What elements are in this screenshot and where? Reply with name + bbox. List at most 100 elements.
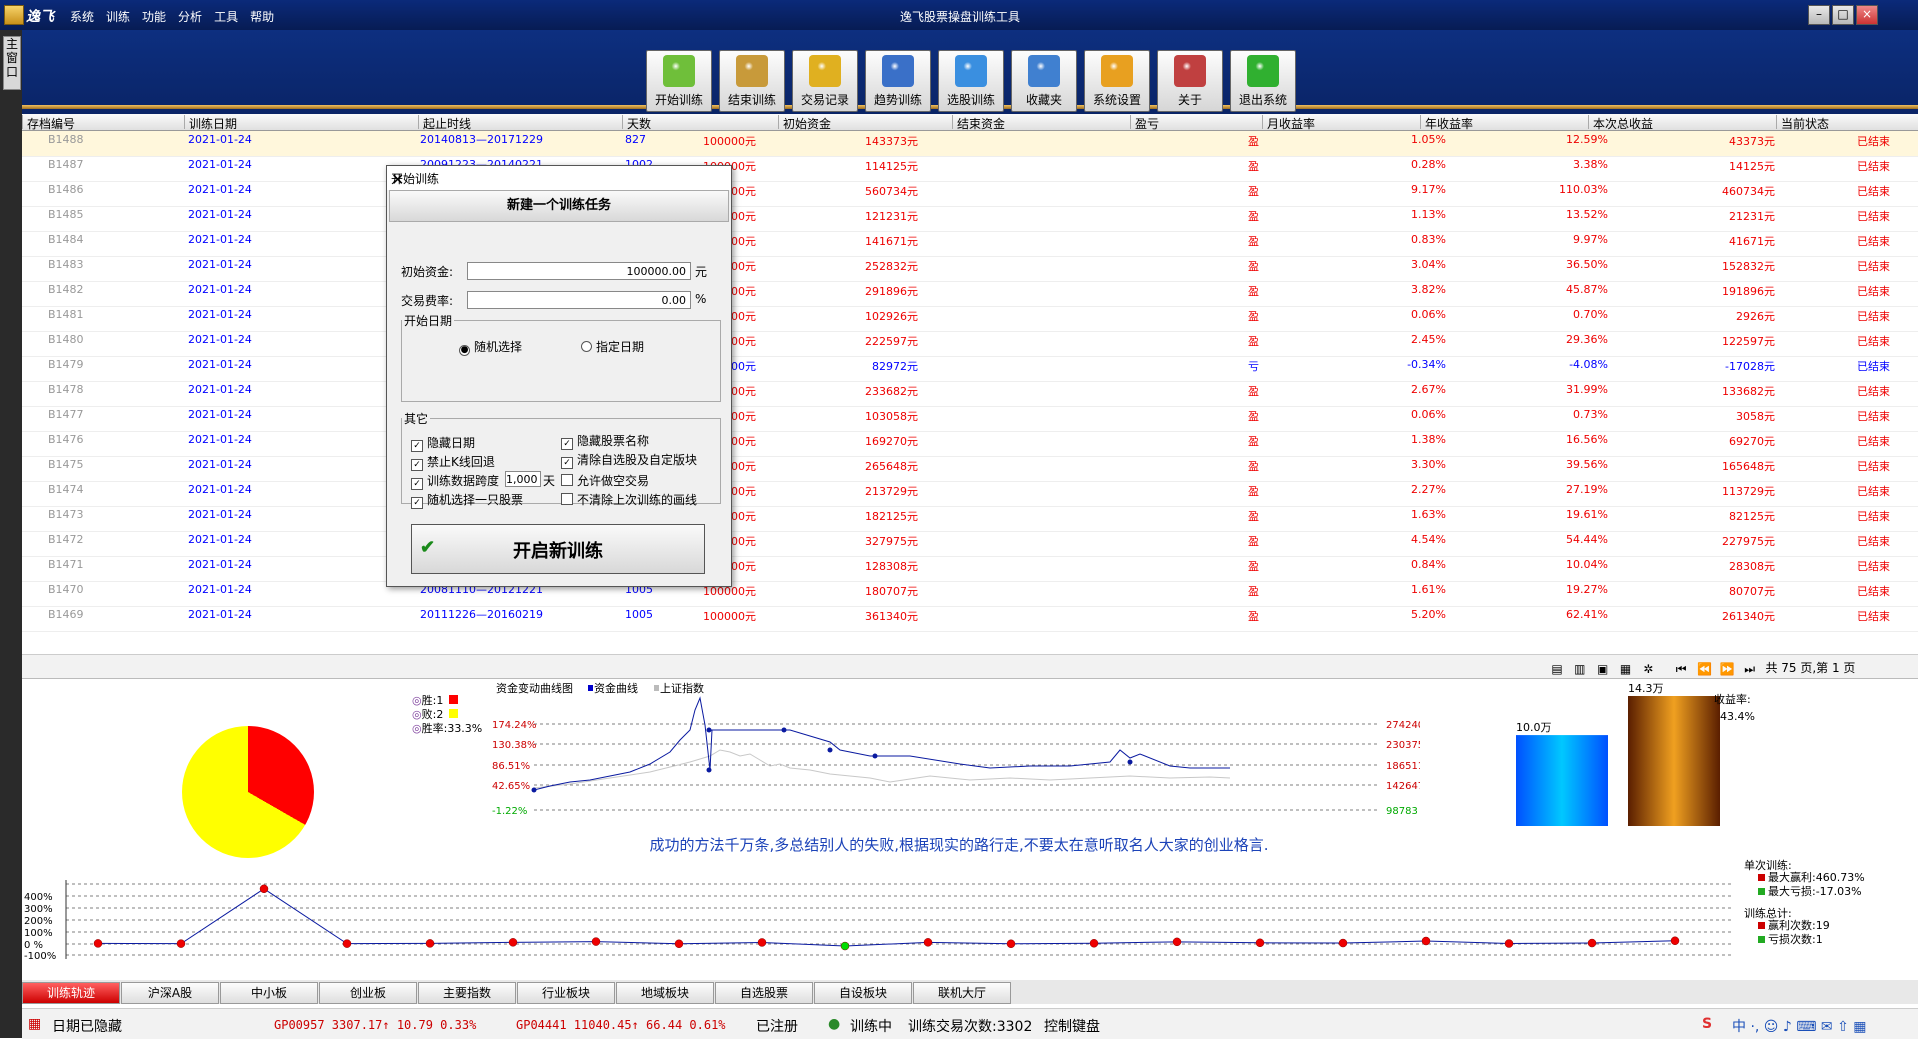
print-preview-icon[interactable]: ▤ <box>1550 662 1564 676</box>
tab-4[interactable]: 主要指数 <box>418 982 516 1004</box>
export-icon[interactable]: ▣ <box>1596 662 1610 676</box>
tab-9[interactable]: 联机大厅 <box>913 982 1011 1004</box>
table-row[interactable]: B14792021-01-24100000元82972元亏-0.34%-4.08… <box>22 356 1918 382</box>
track-point[interactable] <box>1089 939 1099 948</box>
table-row[interactable]: B14722021-01-24100000元327975元盈4.54%54.44… <box>22 531 1918 557</box>
table-row[interactable]: B14732021-01-24100000元182125元盈1.63%19.61… <box>22 506 1918 532</box>
menu-system[interactable]: 系统 <box>70 8 94 25</box>
track-point[interactable] <box>259 884 269 894</box>
menu-tools[interactable]: 工具 <box>214 8 238 25</box>
maximize-button[interactable]: □ <box>1832 5 1854 25</box>
keyboard-control[interactable]: 控制键盘 <box>1044 1016 1100 1036</box>
track-point[interactable] <box>1006 939 1016 949</box>
menu-help[interactable]: 帮助 <box>250 8 274 25</box>
ime-toolbar-icons[interactable]: 中 ·, ☺ ♪ ⌨ ✉ ⇧ ▦ <box>1732 1016 1866 1036</box>
hide-stock-name-checkbox[interactable]: ✓ 隐藏股票名称 <box>561 432 649 450</box>
close-button[interactable]: × <box>1856 5 1878 25</box>
track-point[interactable] <box>757 938 767 947</box>
tab-3[interactable]: 创业板 <box>319 982 417 1004</box>
column-header[interactable]: 当前状态 <box>1776 115 1829 131</box>
column-header[interactable]: 结束资金 <box>952 115 1005 131</box>
table-row[interactable]: B14872021-01-2420091223—2014022110021000… <box>22 156 1918 182</box>
first-page-icon[interactable]: ⏮ <box>1674 662 1688 676</box>
table-row[interactable]: B14782021-01-24100000元233682元盈2.67%31.99… <box>22 381 1918 407</box>
data-span-input[interactable]: 1,000 <box>505 471 541 487</box>
table-row[interactable]: B1470 2021-01-24 20081110—20121221 1005 1000… <box>22 581 1918 607</box>
track-point[interactable] <box>674 939 684 949</box>
track-point[interactable] <box>1255 938 1265 948</box>
toolbar-button-2[interactable]: 交易记录 <box>792 50 858 112</box>
print-icon[interactable]: ▥ <box>1573 662 1587 676</box>
track-point[interactable] <box>93 939 103 948</box>
track-point[interactable] <box>1587 938 1597 948</box>
prev-page-icon[interactable]: ⏪ <box>1697 662 1712 676</box>
dialog-close-icon[interactable]: ✕ <box>391 170 723 189</box>
ime-logo-icon[interactable]: S <box>1702 1016 1712 1032</box>
track-point[interactable] <box>1670 936 1680 946</box>
random-stock-checkbox[interactable]: ✓ 随机选择一只股票 <box>411 491 523 509</box>
track-point[interactable] <box>591 937 601 946</box>
table-row[interactable]: B14752021-01-24100000元265648元盈3.30%39.56… <box>22 456 1918 482</box>
last-page-icon[interactable]: ⏭ <box>1743 662 1757 676</box>
track-point[interactable] <box>1421 936 1431 946</box>
table-row[interactable]: B14812021-01-24100000元102926元盈0.06%0.70%… <box>22 306 1918 332</box>
table-row[interactable]: B1488 2021-01-24 20140813—20171229 827 10000… <box>22 131 1918 157</box>
column-header[interactable]: 起止时线 <box>418 115 471 131</box>
tab-5[interactable]: 行业板块 <box>517 982 615 1004</box>
capital-input[interactable]: 100000.00 <box>467 262 691 280</box>
data-span-checkbox[interactable]: ✓ 训练数据跨度 <box>411 472 499 490</box>
toolbar-button-7[interactable]: 关于 <box>1157 50 1223 112</box>
column-header[interactable]: 训练日期 <box>184 115 237 131</box>
tab-6[interactable]: 地域板块 <box>616 982 714 1004</box>
fixed-date-radio[interactable]: 指定日期 <box>581 338 644 355</box>
tab-1[interactable]: 沪深A股 <box>121 982 219 1004</box>
table-row[interactable]: B14832021-01-24100000元252832元盈3.04%36.50… <box>22 256 1918 282</box>
no-kline-back-checkbox[interactable]: ✓ 禁止K线回退 <box>411 453 495 471</box>
toolbar-button-0[interactable]: 开始训练 <box>646 50 712 112</box>
fee-input[interactable]: 0.00 <box>467 291 691 309</box>
menu-train[interactable]: 训练 <box>106 8 130 25</box>
track-point[interactable] <box>1172 937 1182 947</box>
table-row[interactable]: B14852021-01-24100000元121231元盈1.13%13.52… <box>22 206 1918 232</box>
tab-0[interactable]: 训练轨迹 <box>22 982 120 1004</box>
column-header[interactable]: 天数 <box>622 115 651 131</box>
tab-8[interactable]: 自设板块 <box>814 982 912 1004</box>
table-row[interactable]: B14762021-01-24100000元169270元盈1.38%16.56… <box>22 431 1918 457</box>
toolbar-button-1[interactable]: 结束训练 <box>719 50 785 112</box>
table-row[interactable]: B14862021-01-24100000元560734元盈9.17%110.0… <box>22 181 1918 207</box>
table-row[interactable]: B14822021-01-24100000元291896元盈3.82%45.87… <box>22 281 1918 307</box>
track-point[interactable] <box>176 939 186 948</box>
hide-date-checkbox[interactable]: ✓ 隐藏日期 <box>411 434 475 452</box>
tab-7[interactable]: 自选股票 <box>715 982 813 1004</box>
table-row[interactable]: B14772021-01-24100000元103058元盈0.06%0.73%… <box>22 406 1918 432</box>
track-point[interactable] <box>1504 939 1514 948</box>
track-point[interactable] <box>342 939 352 948</box>
allow-short-checkbox[interactable]: 允许做空交易 <box>561 472 649 489</box>
table-row[interactable]: B14712021-01-24100000元128308元盈0.84%10.04… <box>22 556 1918 582</box>
column-header[interactable]: 本次总收益 <box>1588 115 1653 131</box>
keep-drawings-checkbox[interactable]: 不清除上次训练的画线 <box>561 491 697 508</box>
random-date-radio[interactable]: ● 随机选择 <box>459 338 522 356</box>
column-header[interactable]: 盈亏 <box>1130 115 1159 131</box>
toolbar-button-8[interactable]: 退出系统 <box>1230 50 1296 112</box>
menu-function[interactable]: 功能 <box>142 8 166 25</box>
table-row[interactable]: B14802021-01-24100000元222597元盈2.45%29.36… <box>22 331 1918 357</box>
track-point[interactable] <box>1338 938 1348 948</box>
next-page-icon[interactable]: ⏩ <box>1720 662 1735 676</box>
settings-gear-icon[interactable]: ✲ <box>1641 662 1655 676</box>
track-point[interactable] <box>508 938 518 947</box>
column-header[interactable]: 年收益率 <box>1420 115 1473 131</box>
main-window-tab[interactable]: 主窗口 <box>3 36 21 90</box>
column-header[interactable]: 初始资金 <box>778 115 831 131</box>
menu-analysis[interactable]: 分析 <box>178 8 202 25</box>
toolbar-button-6[interactable]: 系统设置 <box>1084 50 1150 112</box>
column-header[interactable]: 月收益率 <box>1262 115 1315 131</box>
table-row[interactable]: B14842021-01-24100000元141671元盈0.83%9.97%… <box>22 231 1918 257</box>
minimize-button[interactable]: – <box>1808 5 1830 25</box>
track-point[interactable] <box>425 939 435 948</box>
table-row[interactable]: B14742021-01-24100000元213729元盈2.27%27.19… <box>22 481 1918 507</box>
delete-icon[interactable]: ▦ <box>1618 662 1632 676</box>
column-header[interactable]: 存档编号 <box>22 115 75 131</box>
table-row[interactable]: B1469 2021-01-24 20111226—20160219 1005 1000… <box>22 606 1918 632</box>
tab-2[interactable]: 中小板 <box>220 982 318 1004</box>
